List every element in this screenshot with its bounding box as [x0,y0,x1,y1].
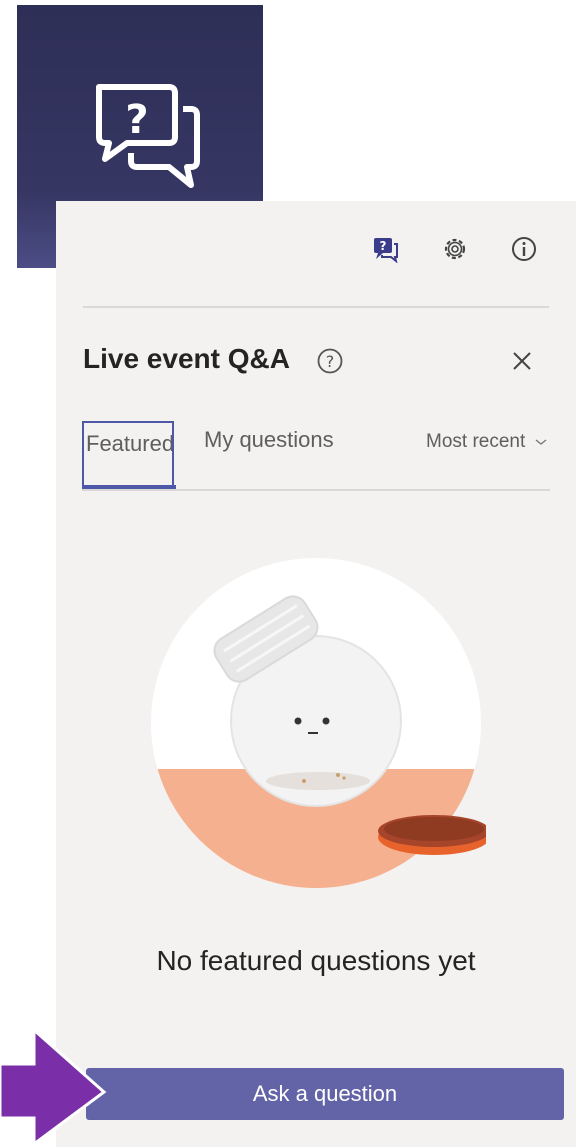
svg-text:?: ? [125,97,148,143]
ask-question-button[interactable]: Ask a question [86,1068,564,1120]
sort-label: Most recent [426,431,526,452]
svg-text:?: ? [380,239,387,253]
panel-title: Live event Q&A [83,343,290,374]
qa-panel: ? Live event Q&A ? Featured My questions… [56,201,576,1147]
qa-icon[interactable]: ? [370,233,402,265]
empty-jar-illustration [151,558,486,888]
sort-dropdown[interactable]: Most recent [426,431,547,453]
tab-my-questions[interactable]: My questions [204,427,334,453]
svg-text:?: ? [326,352,335,371]
panel-toolbar: ? [56,201,576,301]
info-icon[interactable] [508,233,540,265]
gear-icon[interactable] [439,233,471,265]
empty-state-message: No featured questions yet [156,945,476,976]
tab-bar: Featured My questions Most recent [82,421,550,493]
tab-featured[interactable]: Featured [82,421,174,485]
close-icon[interactable] [508,347,536,380]
help-icon[interactable]: ? [316,347,344,380]
tab-bar-divider [82,489,550,491]
chevron-down-icon [535,439,546,445]
toolbar-divider [83,306,549,308]
qa-chat-icon: ? [96,84,200,188]
arrow-icon [0,1026,107,1147]
